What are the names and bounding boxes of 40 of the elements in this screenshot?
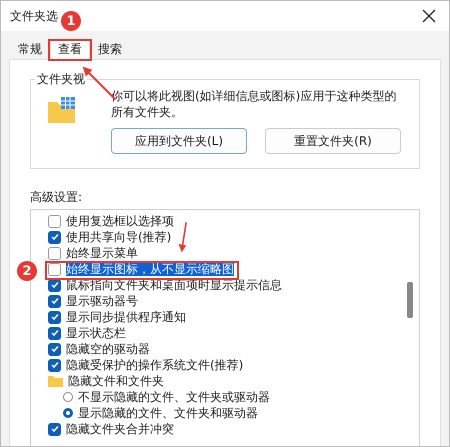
tab[interactable]: 常规: [10, 39, 50, 59]
checkbox[interactable]: [48, 294, 61, 308]
window-title: 文件夹选: [10, 8, 58, 24]
settings-row[interactable]: 隐藏受保护的操作系统文件(推荐): [48, 357, 244, 373]
checkmark-icon: [50, 424, 60, 434]
group-title: 文件夹视: [35, 71, 87, 87]
settings-row[interactable]: 隐藏文件夹合并冲突: [48, 421, 174, 437]
folder-button[interactable]: 应用到文件夹(L): [111, 128, 247, 154]
radio-button[interactable]: [63, 392, 73, 402]
checkbox[interactable]: [48, 214, 61, 228]
settings-row[interactable]: 隐藏空的驱动器: [48, 341, 150, 357]
settings-row[interactable]: 显示驱动器号: [48, 293, 138, 309]
arrow: [176, 221, 190, 253]
settings-row[interactable]: 使用共享向导(推荐): [48, 229, 172, 245]
checkbox[interactable]: [48, 246, 61, 260]
checkbox[interactable]: [48, 342, 61, 356]
settings-row[interactable]: 显示同步提供程序通知: [48, 309, 186, 325]
checkbox[interactable]: [48, 262, 61, 276]
tab[interactable]: 搜索: [90, 39, 130, 59]
checkbox[interactable]: [48, 310, 61, 324]
settings-row[interactable]: 不显示隐藏的文件、文件夹或驱动器: [48, 389, 270, 405]
highlight-frame: [48, 39, 92, 61]
checkbox[interactable]: [48, 422, 61, 436]
folder-button[interactable]: 重置文件夹(R): [265, 128, 401, 154]
settings-row[interactable]: 隐藏文件和文件夹: [48, 373, 164, 389]
close-icon[interactable]: [422, 9, 436, 23]
checkbox[interactable]: [48, 358, 61, 372]
settings-row[interactable]: 使用复选框以选择项: [48, 213, 174, 229]
checkmark-icon: [50, 232, 60, 242]
settings-row[interactable]: 显示隐藏的文件、文件夹和驱动器: [48, 405, 258, 421]
section-label: 高级设置:: [30, 189, 84, 205]
scroll-thumb[interactable]: [407, 282, 413, 318]
checkbox[interactable]: [48, 326, 61, 340]
checkbox[interactable]: [48, 230, 61, 244]
folder-icon: [48, 375, 63, 387]
radio-button[interactable]: [63, 408, 73, 418]
settings-row[interactable]: 显示状态栏: [48, 325, 126, 341]
tab[interactable]: 查看: [50, 39, 90, 59]
settings-row[interactable]: 始终显示菜单: [48, 245, 138, 261]
folder-icon: [47, 96, 77, 124]
